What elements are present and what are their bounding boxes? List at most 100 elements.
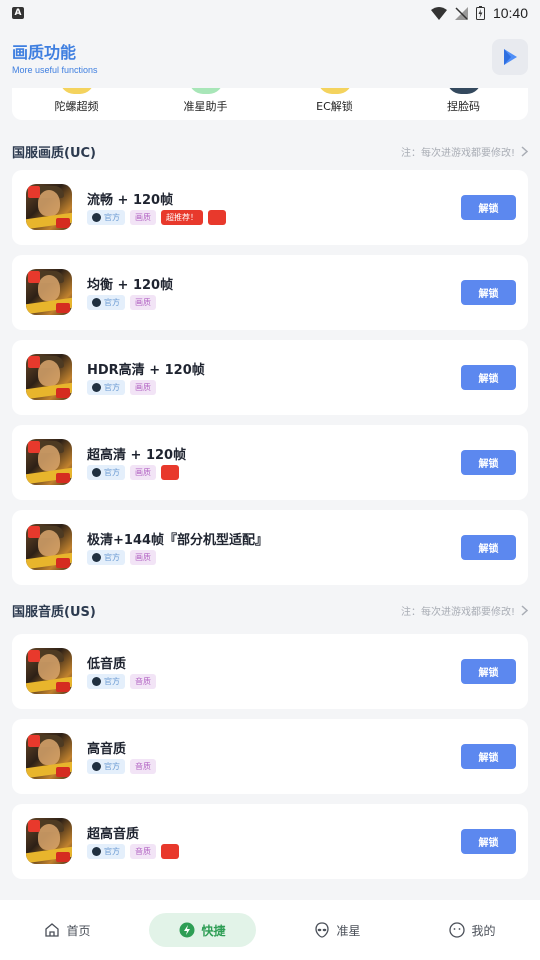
nav-label: 准星 [336,923,361,938]
unlock-button[interactable]: 解锁 [461,744,516,769]
wifi-icon [430,6,447,20]
official-badge: 官方 [87,550,125,565]
category-badge: 音质 [130,674,156,689]
setting-name: 均衡 + 120帧 [87,278,174,293]
nav-shortcuts[interactable]: 快捷 [135,913,270,947]
crosshair-icon [188,88,223,94]
game-thumbnail [26,184,72,230]
game-thumbnail [26,439,72,485]
page-title: 画质功能 [12,43,77,62]
content-scroll[interactable]: 陀螺超频 准星助手 EC解锁 捏脸码 国服画质(UC) 注：每次进游戏都要修改!… [0,88,540,900]
setting-card: 流畅 + 120帧 官方 画质 超推荐！ 解锁 [12,170,528,245]
setting-card: 极清+144帧『部分机型适配』 官方 画质 解锁 [12,510,528,585]
setting-card: HDR高清 + 120帧 官方 画质 解锁 [12,340,528,415]
face-icon [446,88,481,94]
home-icon [45,923,60,937]
category-badge: 音质 [130,759,156,774]
alien-icon [315,922,330,938]
signal-icon [454,6,468,20]
hot-marker [208,210,226,225]
unlock-button[interactable]: 解锁 [461,535,516,560]
shortcut-ec-unlock[interactable]: EC解锁 [270,88,399,120]
game-thumbnail [26,269,72,315]
badge-row: 官方 音质 [87,844,179,859]
hot-marker [161,465,179,480]
chevron-right-icon [521,604,528,616]
battery-icon [475,6,485,20]
setting-name: 高音质 [87,742,127,757]
category-badge: 音质 [130,844,156,859]
setting-name: 超高清 + 120帧 [87,448,187,463]
nav-home[interactable]: 首页 [0,913,135,947]
official-icon [92,298,101,307]
page-subtitle: More useful functions [12,65,98,75]
setting-name: 流畅 + 120帧 [87,193,174,208]
clock: 10:40 [492,5,528,21]
setting-card: 超高清 + 120帧 官方 画质 解锁 [12,425,528,500]
bolt-icon [179,922,195,938]
setting-name: 低音质 [87,657,127,672]
section-title: 国服画质(UC) [12,145,96,161]
smile-icon [449,922,466,938]
unlock-button[interactable]: 解锁 [461,280,516,305]
shortcut-gyro[interactable]: 陀螺超频 [12,88,141,120]
setting-name: 极清+144帧『部分机型适配』 [87,533,269,548]
official-badge: 官方 [87,844,125,859]
official-icon [92,762,101,771]
official-badge: 官方 [87,295,125,310]
game-thumbnail [26,818,72,864]
badge-row: 官方 画质 [87,380,156,395]
official-icon [92,213,101,222]
shortcut-label: EC解锁 [316,100,353,113]
official-icon [92,847,101,856]
setting-name: 超高音质 [87,827,140,842]
official-badge: 官方 [87,380,125,395]
unlock-button[interactable]: 解锁 [461,365,516,390]
badge-row: 官方 画质 超推荐！ [87,210,226,225]
nav-profile[interactable]: 我的 [405,913,540,947]
notification-icon: A [12,7,24,19]
game-thumbnail [26,733,72,779]
game-thumbnail [26,354,72,400]
setting-card: 高音质 官方 音质 解锁 [12,719,528,794]
unlock-button[interactable]: 解锁 [461,829,516,854]
section-title: 国服音质(US) [12,604,96,620]
chevron-right-icon [521,145,528,157]
nav-label: 我的 [471,923,496,938]
section-note[interactable]: 注：每次进游戏都要修改! [401,144,528,159]
shortcut-label: 准星助手 [183,100,228,113]
category-badge: 画质 [130,295,156,310]
nav-crosshair[interactable]: 准星 [270,913,405,947]
gyro-icon [59,88,94,94]
nav-label: 快捷 [201,923,226,938]
game-thumbnail [26,524,72,570]
official-badge: 官方 [87,759,125,774]
official-icon [92,468,101,477]
unlock-button[interactable]: 解锁 [461,195,516,220]
category-badge: 画质 [130,380,156,395]
official-icon [92,677,101,686]
unlock-button[interactable]: 解锁 [461,659,516,684]
badge-row: 官方 画质 [87,465,179,480]
shortcut-label: 陀螺超频 [54,100,99,113]
official-icon [92,553,101,562]
setting-card: 超高音质 官方 音质 解锁 [12,804,528,879]
unlock-icon [317,88,352,94]
badge-row: 官方 音质 [87,759,156,774]
setting-card: 均衡 + 120帧 官方 画质 解锁 [12,255,528,330]
section-note[interactable]: 注：每次进游戏都要修改! [401,603,528,618]
shortcut-label: 捏脸码 [447,100,480,113]
bottom-nav: 首页 快捷 准星 我的 [0,900,540,960]
status-bar: A 10:40 [0,0,540,26]
official-badge: 官方 [87,465,125,480]
play-store-button[interactable] [492,39,528,75]
official-icon [92,383,101,392]
official-badge: 官方 [87,210,125,225]
category-badge: 画质 [130,465,156,480]
nav-label: 首页 [66,923,91,938]
shortcut-crosshair[interactable]: 准星助手 [141,88,270,120]
unlock-button[interactable]: 解锁 [461,450,516,475]
app-header: 画质功能 More useful functions [0,26,540,88]
shortcut-face-code[interactable]: 捏脸码 [399,88,528,120]
section-header-uc: 国服画质(UC) 注：每次进游戏都要修改! [12,138,528,164]
